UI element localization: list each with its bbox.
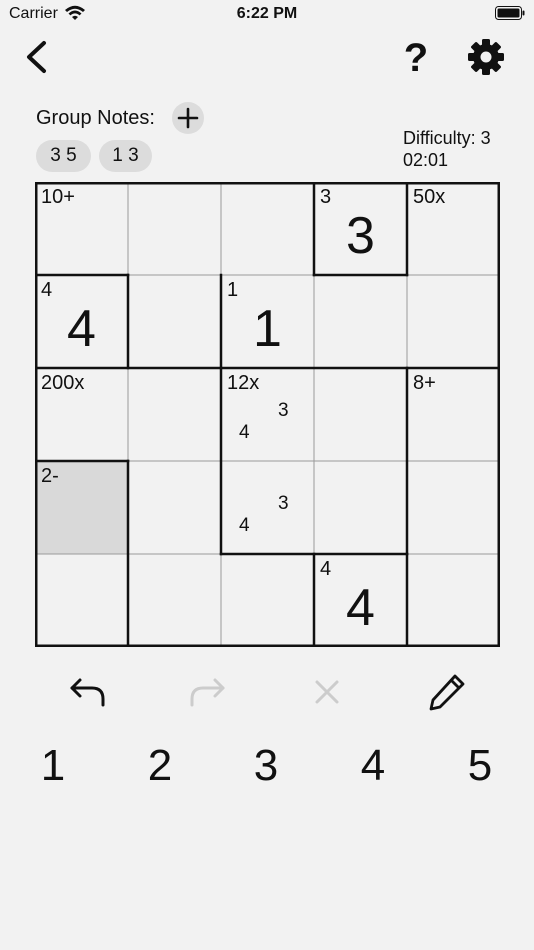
back-icon[interactable] bbox=[22, 40, 52, 74]
undo-icon[interactable] bbox=[68, 672, 108, 712]
group-notes-label: Group Notes: bbox=[36, 107, 155, 129]
clear-icon[interactable] bbox=[307, 672, 347, 712]
grid-lines bbox=[35, 182, 500, 647]
number-button-5[interactable]: 5 bbox=[450, 738, 510, 794]
number-button-1[interactable]: 1 bbox=[23, 738, 83, 794]
group-note-chip[interactable]: 3 5 bbox=[36, 140, 91, 172]
gear-icon[interactable] bbox=[466, 37, 506, 77]
status-time: 6:22 PM bbox=[236, 5, 298, 22]
number-button-2[interactable]: 2 bbox=[130, 738, 190, 794]
redo-icon[interactable] bbox=[187, 672, 227, 712]
group-note-chip[interactable]: 1 3 bbox=[99, 140, 152, 172]
number-button-4[interactable]: 4 bbox=[343, 738, 403, 794]
difficulty-label: Difficulty: 3 bbox=[403, 128, 491, 148]
add-group-note-button[interactable] bbox=[172, 102, 204, 134]
timer-label: 02:01 bbox=[403, 150, 449, 170]
puzzle-grid: 10+ 3 3 50x 4 4 1 1 200x 12x 3 4 8+ 2- 3 4 4 4 bbox=[35, 182, 500, 647]
help-button[interactable]: ? bbox=[400, 36, 432, 80]
status-bar: Carrier 6:22 PM bbox=[0, 0, 534, 30]
pencil-icon[interactable] bbox=[427, 672, 467, 712]
number-button-3[interactable]: 3 bbox=[236, 738, 296, 794]
battery-icon bbox=[495, 6, 525, 20]
